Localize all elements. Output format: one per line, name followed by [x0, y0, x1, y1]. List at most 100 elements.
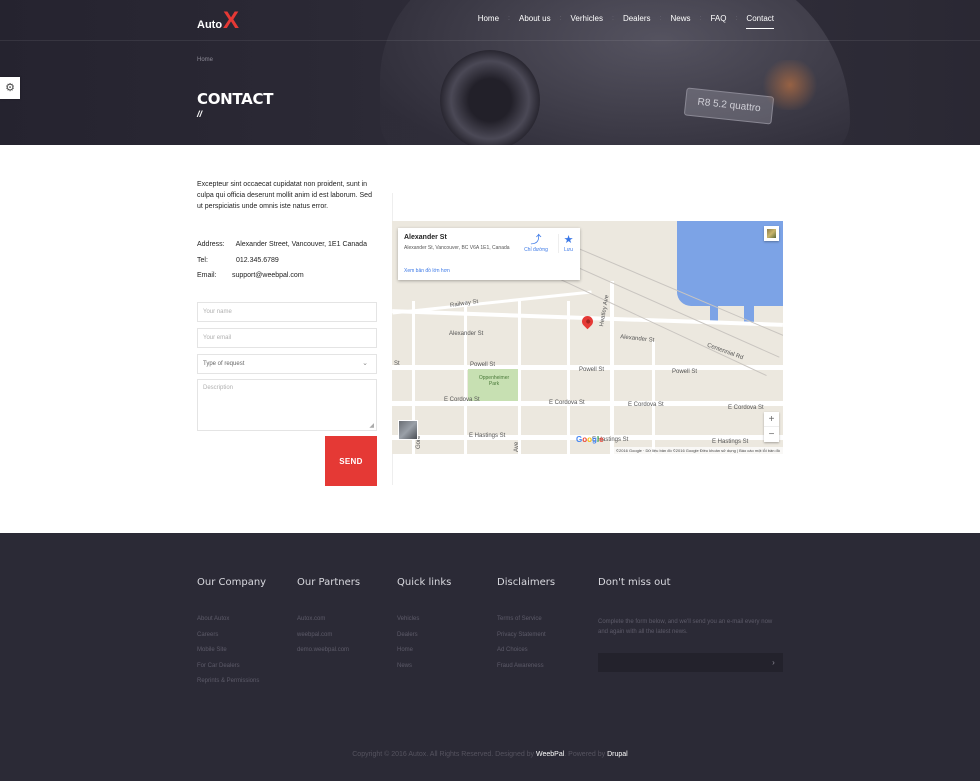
- request-type-value: Type of request: [203, 361, 245, 367]
- footer-heading: Disclaimers: [497, 577, 556, 588]
- map-save-button[interactable]: ★ Lưu: [558, 234, 578, 253]
- footer-link[interactable]: Fraud Awareness: [497, 659, 555, 675]
- footer-heading: Our Company: [197, 577, 267, 588]
- footer-link[interactable]: Careers: [197, 628, 266, 644]
- tel-row: Tel: 012.345.6789: [197, 257, 279, 264]
- title-decoration: //: [197, 109, 203, 119]
- address-label: Address:: [197, 241, 225, 248]
- footer-link[interactable]: About Autox: [197, 612, 266, 628]
- map-road: [464, 301, 467, 454]
- main-nav: Home: About us: Verhicles: Dealers: News…: [469, 14, 783, 29]
- logo-text: Auto: [197, 19, 223, 31]
- footer-column-disclaimers: Disclaimers Terms of Service Privacy Sta…: [497, 577, 555, 674]
- street-view-thumbnail[interactable]: [398, 420, 418, 440]
- site-logo[interactable]: Auto X: [197, 7, 240, 34]
- footer-link[interactable]: For Car Dealers: [197, 659, 266, 675]
- hero-banner: R8 5.2 quattro Auto X Home: About us: Ve…: [0, 0, 980, 145]
- tel-value[interactable]: 012.345.6789: [236, 257, 279, 264]
- newsletter-submit-button[interactable]: ›: [764, 653, 783, 672]
- header-divider: [0, 40, 980, 41]
- street-label: Alexander St: [619, 334, 655, 344]
- nav-dealers[interactable]: Dealers: [614, 14, 660, 23]
- newsletter-description: Complete the form below, and we'll send …: [598, 619, 773, 635]
- newsletter-email-input[interactable]: [598, 653, 764, 672]
- chevron-down-icon: ⌄: [362, 360, 368, 367]
- name-input[interactable]: Your name: [197, 302, 377, 322]
- tel-label: Tel:: [197, 257, 208, 264]
- save-label: Lưu: [564, 247, 573, 253]
- street-label: E Hastings St: [712, 439, 749, 445]
- google-map[interactable]: Oppenheimer Park Railway St Alexander St…: [392, 221, 783, 454]
- footer-link[interactable]: Home: [397, 643, 451, 659]
- footer-link[interactable]: Vehicles: [397, 612, 451, 628]
- nav-home[interactable]: Home: [469, 14, 508, 23]
- map-road: [610, 281, 614, 454]
- map-attribution[interactable]: ©2016 Google · Dữ liệu bản đồ ©2016 Goog…: [613, 447, 783, 454]
- map-pier: [710, 261, 718, 321]
- footer-column-company: Our Company About Autox Careers Mobile S…: [197, 577, 266, 690]
- footer-column-quick-links: Quick links Vehicles Dealers Home News: [397, 577, 451, 674]
- logo-mark: X: [223, 7, 240, 34]
- map-road: [392, 290, 592, 315]
- nav-contact[interactable]: Contact: [737, 14, 783, 29]
- footer-link[interactable]: weebpal.com: [297, 628, 360, 644]
- footer-link[interactable]: Terms of Service: [497, 612, 555, 628]
- address-row: Address: Alexander Street, Vancouver, 1E…: [197, 241, 367, 248]
- footer-link[interactable]: Reprints & Permissions: [197, 674, 266, 690]
- description-placeholder: Description: [203, 385, 234, 391]
- email-value[interactable]: support@weebpal.com: [232, 272, 304, 279]
- footer-link[interactable]: demo.weebpal.com: [297, 643, 360, 659]
- nav-news[interactable]: News: [661, 14, 699, 23]
- street-label: E Cordova St: [628, 402, 664, 408]
- zoom-in-button[interactable]: +: [764, 412, 779, 427]
- address-value: Alexander Street, Vancouver, 1E1 Canada: [235, 241, 367, 248]
- nav-faq[interactable]: FAQ: [701, 14, 735, 23]
- directions-icon: ⤴: [530, 234, 542, 246]
- footer-link[interactable]: Mobile Site: [197, 643, 266, 659]
- footer-column-partners: Our Partners Autox.com weebpal.com demo.…: [297, 577, 360, 659]
- street-label: Ave: [514, 441, 520, 452]
- email-input[interactable]: Your email: [197, 328, 377, 348]
- star-icon: ★: [563, 234, 574, 246]
- footer-link[interactable]: Privacy Statement: [497, 628, 555, 644]
- map-info-card: Alexander St Alexander St, Vancouver, BC…: [398, 228, 580, 280]
- designer-link[interactable]: WeebPal: [536, 751, 564, 758]
- copyright: Copyright © 2016 Autox. All Rights Reser…: [0, 751, 980, 758]
- send-button[interactable]: SEND: [325, 436, 377, 486]
- gear-icon: ⚙: [5, 81, 15, 94]
- map-satellite-toggle[interactable]: [764, 226, 779, 241]
- footer-link[interactable]: News: [397, 659, 451, 675]
- footer-column-newsletter: Don't miss out: [598, 577, 671, 612]
- resize-grip-icon[interactable]: ◢: [369, 423, 374, 429]
- street-label: Centennial Rd: [706, 342, 744, 362]
- powered-text: . Powered by: [564, 751, 606, 758]
- footer-heading: Quick links: [397, 577, 452, 588]
- zoom-out-button[interactable]: −: [764, 427, 779, 442]
- footer-heading: Our Partners: [297, 577, 361, 588]
- map-zoom-control: + −: [764, 412, 779, 442]
- hero-tail-light: [760, 60, 820, 110]
- street-label: E Cordova St: [444, 397, 480, 403]
- request-type-select[interactable]: Type of request ⌄: [197, 354, 377, 374]
- page-title: CONTACT: [197, 90, 274, 108]
- street-label: Heatley Ave: [599, 294, 611, 328]
- hero-car-wheel: [440, 50, 540, 145]
- footer-link[interactable]: Dealers: [397, 628, 451, 644]
- map-bigger-link[interactable]: Xem bản đồ lớn hơn: [404, 268, 450, 274]
- map-directions-button[interactable]: ⤴ Chỉ đường: [516, 234, 556, 253]
- settings-button[interactable]: ⚙: [0, 77, 20, 99]
- street-label: Alexander St: [449, 331, 484, 337]
- breadcrumb[interactable]: Home: [197, 57, 213, 63]
- platform-link[interactable]: Drupal: [607, 751, 628, 758]
- street-label: Powell St: [579, 367, 605, 373]
- footer-link[interactable]: Ad Choices: [497, 643, 555, 659]
- footer-link[interactable]: Autox.com: [297, 612, 360, 628]
- nav-vehicles[interactable]: Verhicles: [562, 14, 612, 23]
- google-logo: Google: [576, 435, 604, 444]
- map-road: [567, 301, 570, 454]
- site-footer: Our Company About Autox Careers Mobile S…: [0, 533, 980, 781]
- description-textarea[interactable]: Description ◢: [197, 379, 377, 431]
- email-label: Email:: [197, 272, 217, 279]
- street-label: E Cordova St: [728, 405, 764, 411]
- nav-about[interactable]: About us: [510, 14, 560, 23]
